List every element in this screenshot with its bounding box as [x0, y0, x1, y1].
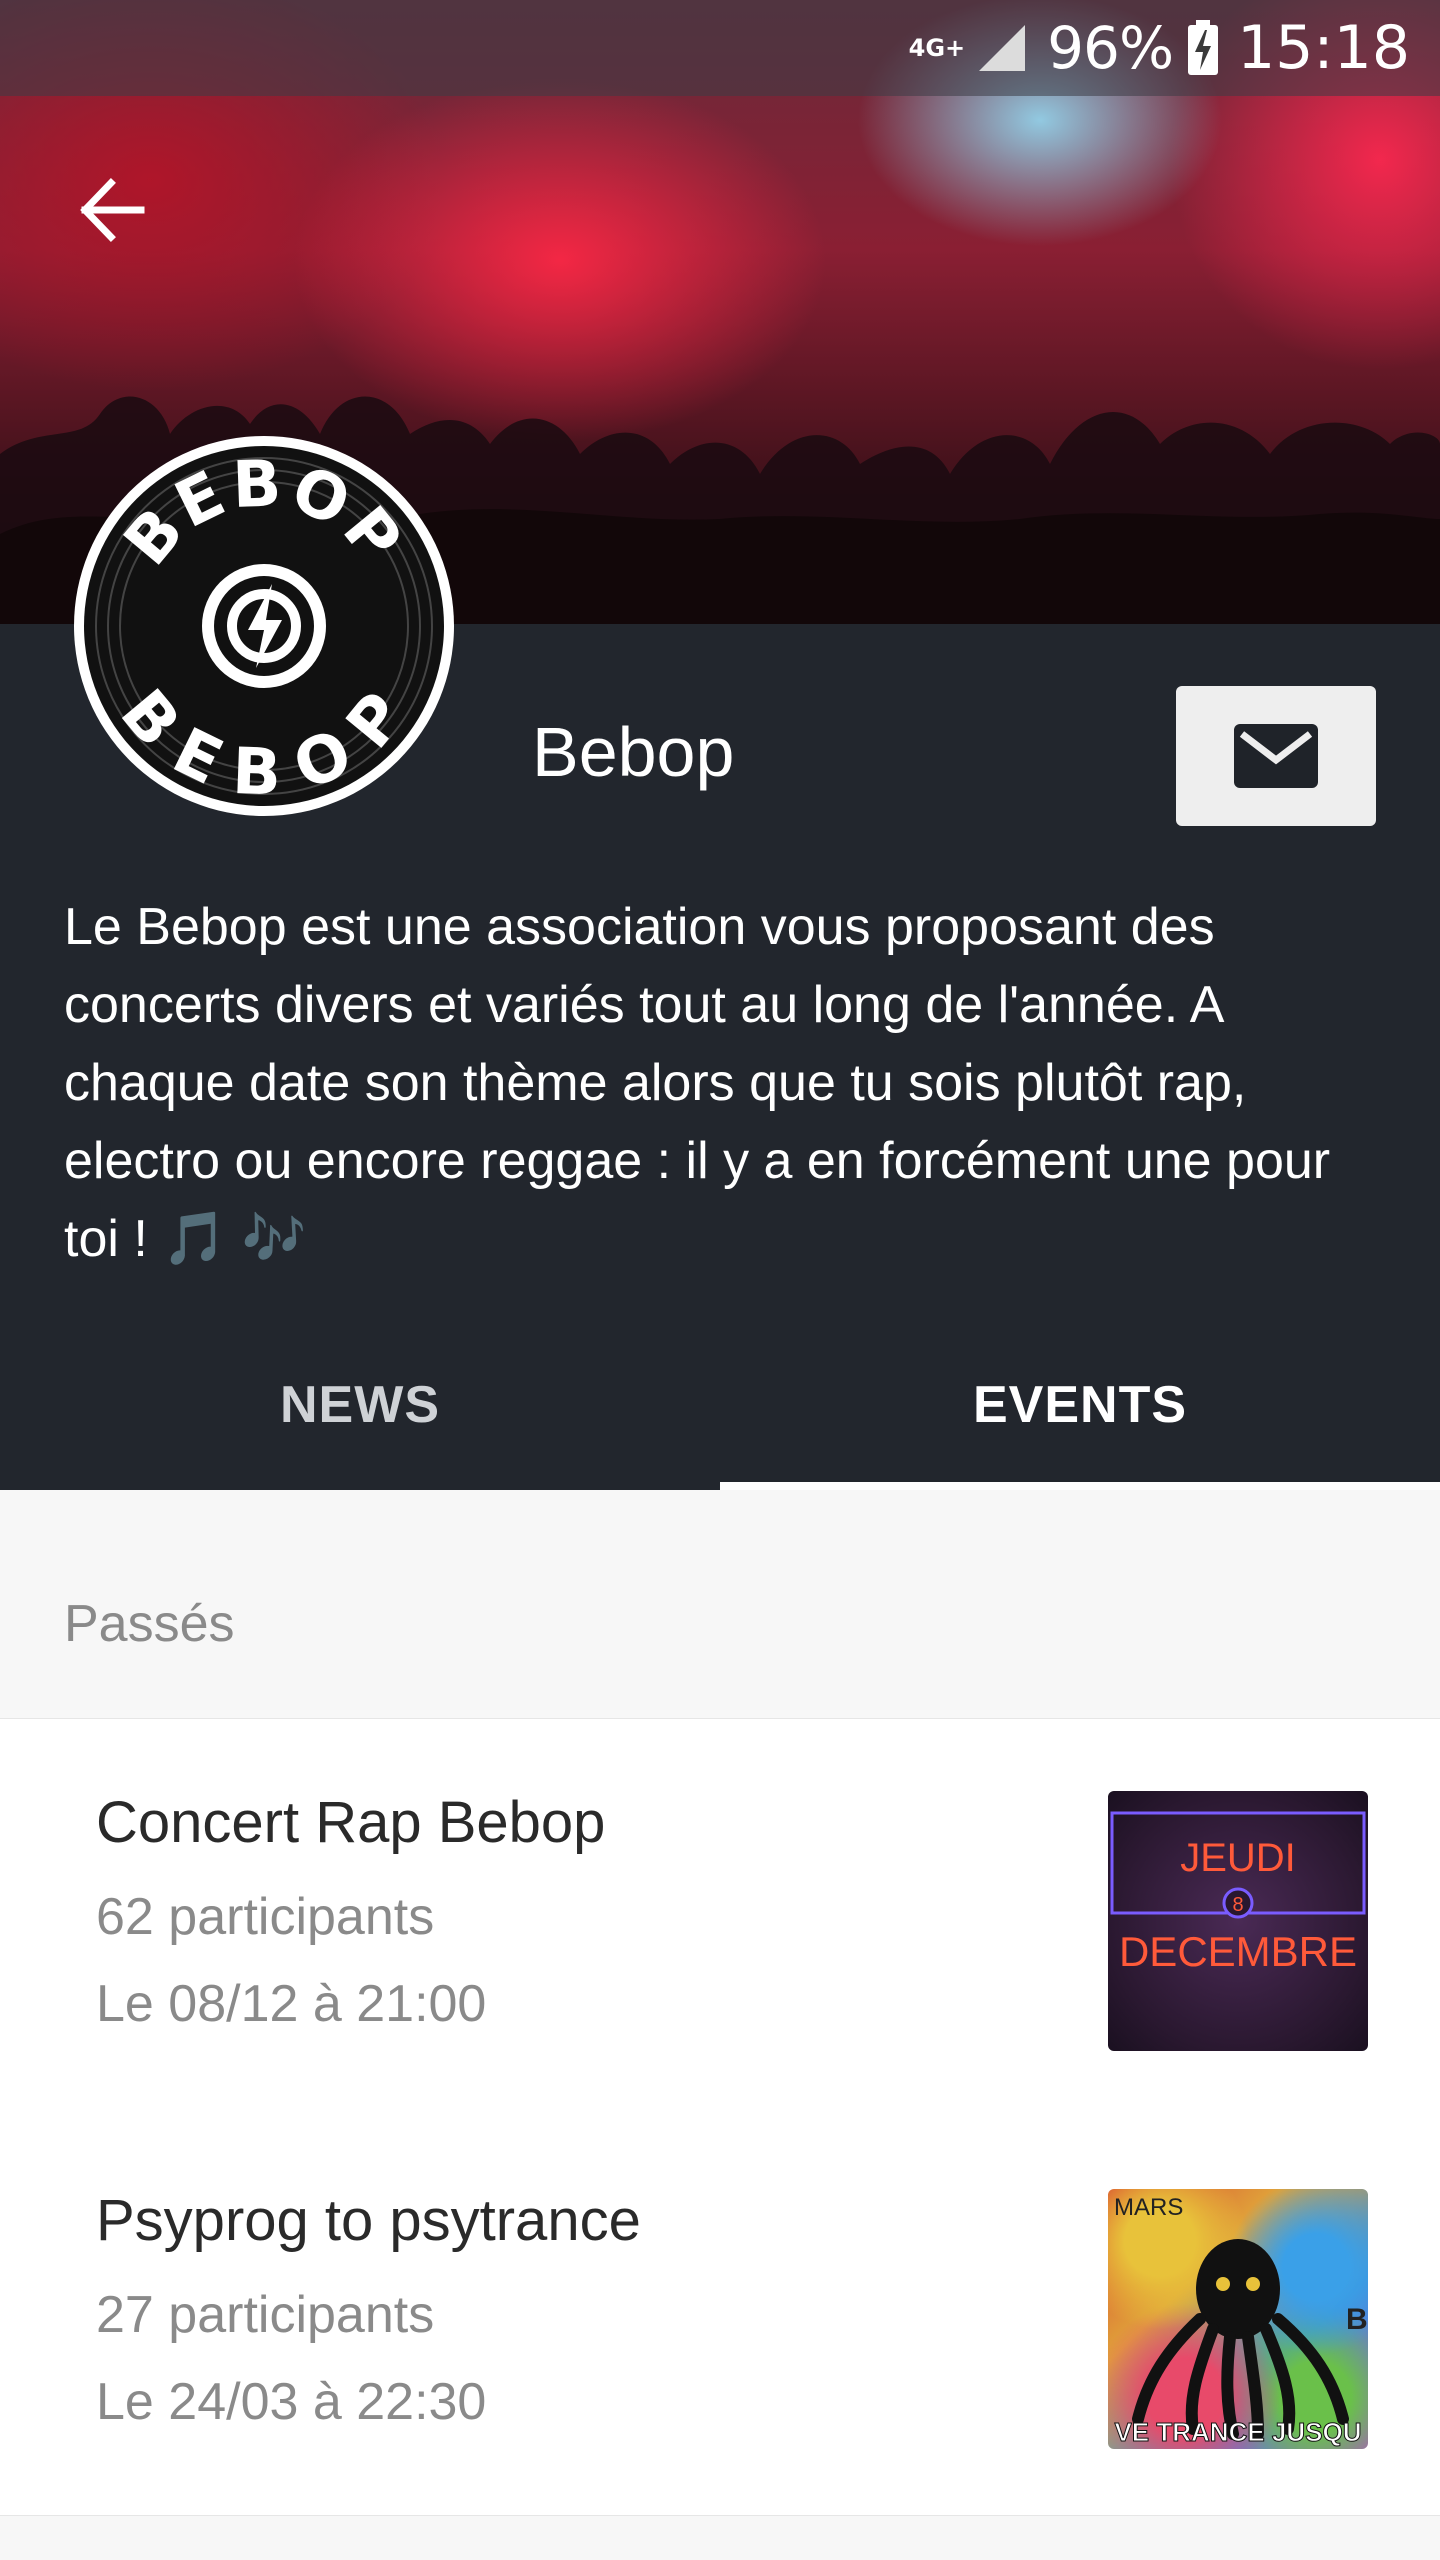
- thumb-text-line2: DECEMBRE: [1119, 1928, 1357, 1975]
- envelope-icon: [1234, 724, 1318, 788]
- list-item[interactable]: Concert Rap Bebop 62 participants Le 08/…: [0, 1719, 1440, 2059]
- organization-logo: BEBOP BEBOP: [74, 436, 454, 816]
- status-bar: 4G+ 96% 15:18: [0, 0, 1440, 96]
- event-date: Le 08/12 à 21:00: [96, 1975, 487, 2033]
- tab-bar: NEWS EVENTS: [0, 1320, 1440, 1490]
- event-title: Psyprog to psytrance: [96, 2188, 641, 2253]
- thumb-text-right: B: [1346, 2303, 1368, 2336]
- signal-icon: [979, 25, 1026, 71]
- event-title: Concert Rap Bebop: [96, 1790, 606, 1855]
- events-list: Concert Rap Bebop 62 participants Le 08/…: [0, 1718, 1440, 2516]
- network-indicator: 4G+: [908, 34, 966, 62]
- thumb-text-day: 8: [1232, 1894, 1243, 1916]
- battery-charging-icon: [1188, 20, 1219, 75]
- organization-name: Bebop: [532, 713, 735, 791]
- back-button[interactable]: [72, 170, 152, 250]
- contact-button[interactable]: [1176, 686, 1376, 826]
- thumb-text-line1: JEUDI: [1180, 1836, 1296, 1880]
- thumb-text-top: MARS: [1114, 2194, 1183, 2221]
- event-participants: 27 participants: [96, 2286, 435, 2344]
- octopus-poster-image: MARS B VE TRANCE JUSQU: [1114, 2194, 1368, 2448]
- list-item[interactable]: Psyprog to psytrance 27 participants Le …: [0, 2117, 1440, 2457]
- battery-percent: 96%: [1047, 14, 1174, 82]
- tab-events[interactable]: EVENTS: [720, 1320, 1440, 1490]
- thumb-text-bottom: VE TRANCE JUSQU: [1114, 2417, 1361, 2447]
- neon-sign-image: JEUDI 8 DECEMBRE: [1110, 1811, 1366, 1975]
- event-thumbnail: MARS B VE TRANCE JUSQU: [1108, 2189, 1368, 2449]
- vinyl-logo: BEBOP BEBOP: [84, 446, 444, 808]
- section-label-past: Passés: [64, 1595, 235, 1653]
- organization-description: Le Bebop est une association vous propos…: [64, 898, 1331, 1268]
- event-date: Le 24/03 à 22:30: [96, 2373, 487, 2431]
- event-participants: 62 participants: [96, 1888, 435, 1946]
- tab-news[interactable]: NEWS: [0, 1320, 720, 1490]
- arrow-left-icon: [80, 178, 145, 242]
- event-thumbnail: JEUDI 8 DECEMBRE: [1108, 1791, 1368, 2051]
- clock: 15:18: [1237, 13, 1410, 83]
